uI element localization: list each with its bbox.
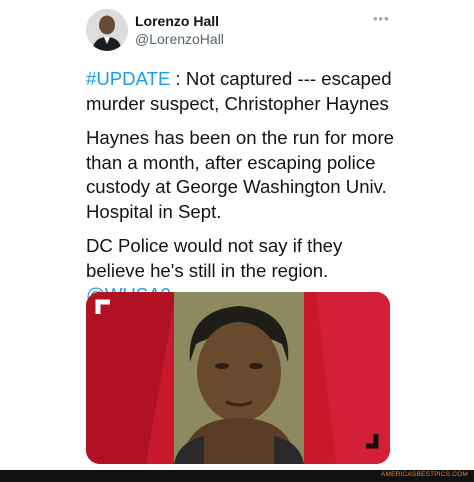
hashtag-link[interactable]: #UPDATE <box>86 68 170 89</box>
tweet-card: Lorenzo Hall @LorenzoHall ••• #UPDATE : … <box>0 0 474 470</box>
footer-bar: AMERICASBESTPICS.COM <box>0 470 474 482</box>
watermark-text: AMERICASBESTPICS.COM <box>380 471 468 478</box>
tweet-media-image[interactable] <box>86 292 390 464</box>
more-options-icon[interactable]: ••• <box>373 11 390 26</box>
tweet-paragraph-1: #UPDATE : Not captured --- escaped murde… <box>86 67 406 116</box>
author-name[interactable]: Lorenzo Hall <box>135 13 219 29</box>
avatar[interactable] <box>86 9 128 51</box>
tweet-text: #UPDATE : Not captured --- escaped murde… <box>86 67 406 318</box>
mugshot-image <box>86 292 390 464</box>
author-handle[interactable]: @LorenzoHall <box>135 31 224 47</box>
avatar-photo <box>86 9 128 51</box>
tweet-paragraph-2: Haynes has been on the run for more than… <box>86 127 395 222</box>
tweet-paragraph-3-text: DC Police would not say if they believe … <box>86 235 343 281</box>
